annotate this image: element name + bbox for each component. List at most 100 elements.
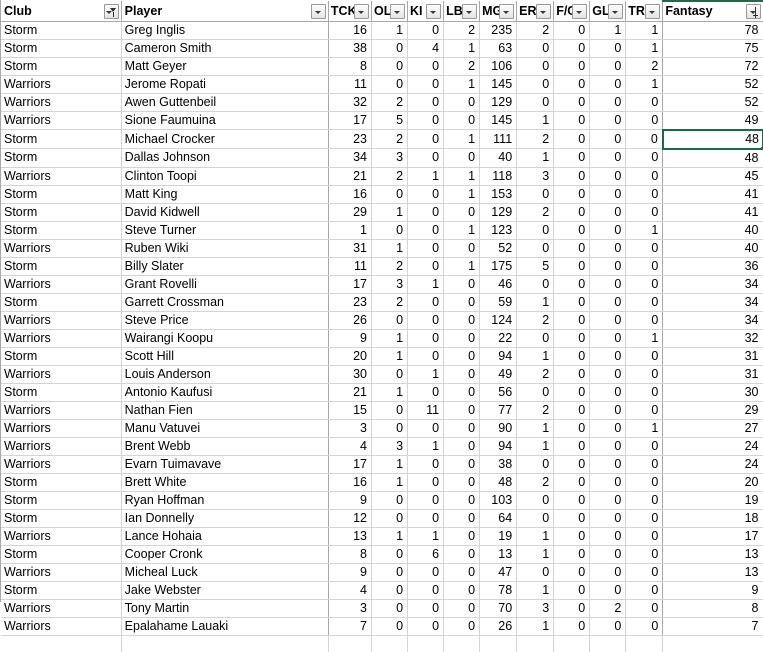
cell-lb[interactable]: 0	[443, 111, 481, 130]
cell-mg[interactable]: 90	[479, 419, 518, 438]
cell-try[interactable]: 0	[625, 129, 664, 149]
cell-fc[interactable]: 0	[553, 75, 591, 94]
cell-lb[interactable]: 0	[443, 473, 481, 492]
cell-player[interactable]: Awen Guttenbeil	[121, 93, 329, 112]
cell-lb[interactable]: 0	[443, 419, 481, 438]
cell-try[interactable]: 0	[625, 275, 664, 294]
cell-lb[interactable]: 0	[443, 509, 481, 528]
cell-ki[interactable]: 0	[407, 148, 445, 168]
cell-try[interactable]: 0	[625, 527, 664, 546]
cell-gl[interactable]: 0	[589, 275, 627, 294]
table-row[interactable]: Warriors Epalahame Lauaki 7 0 0 0 26 1 0 0 0 7	[1, 617, 763, 636]
cell-player[interactable]: Jake Webster	[121, 581, 329, 600]
cell-gl[interactable]: 0	[589, 401, 627, 420]
cell-lb[interactable]: 0	[443, 581, 481, 600]
table-row[interactable]: Warriors Manu Vatuvei 3 0 0 0 90 1 0 0 1 27	[1, 419, 763, 438]
cell-er[interactable]: 1	[516, 437, 555, 456]
cell-gl[interactable]: 0	[589, 581, 627, 600]
cell-mg[interactable]: 106	[479, 57, 518, 76]
cell-lb[interactable]: 0	[443, 401, 481, 420]
cell-try[interactable]: 0	[625, 257, 664, 276]
cell-ki[interactable]: 1	[407, 365, 445, 384]
table-row[interactable]: Warriors Grant Rovelli 17 3 1 0 46 0 0 0 0 34	[1, 275, 763, 294]
table-row[interactable]: Storm Dallas Johnson 34 3 0 0 40 1 0 0 0 48	[1, 148, 763, 168]
cell-ol[interactable]: 0	[371, 509, 409, 528]
table-row[interactable]: Warriors Steve Price 26 0 0 0 124 2 0 0 0 34	[1, 311, 763, 330]
column-header-player[interactable]: Player	[121, 0, 329, 22]
cell-er[interactable]: 0	[516, 509, 555, 528]
cell-ol[interactable]: 1	[371, 347, 409, 366]
cell-try[interactable]: 0	[625, 581, 664, 600]
cell-er[interactable]: 1	[516, 617, 555, 636]
cell-gl[interactable]: 0	[589, 491, 627, 510]
cell-club[interactable]: Storm	[1, 509, 122, 528]
cell-lb[interactable]: 0	[443, 527, 481, 546]
cell-tck[interactable]: 26	[328, 311, 372, 330]
empty-cell-ki[interactable]	[407, 635, 445, 652]
cell-lb[interactable]: 1	[443, 185, 481, 204]
cell-mg[interactable]: 49	[479, 365, 518, 384]
cell-fc[interactable]: 0	[553, 21, 591, 40]
cell-club[interactable]: Storm	[1, 148, 122, 168]
cell-try[interactable]: 1	[625, 221, 664, 240]
cell-lb[interactable]: 0	[443, 545, 481, 564]
cell-club[interactable]: Storm	[1, 491, 122, 510]
cell-ki[interactable]: 1	[407, 527, 445, 546]
cell-gl[interactable]: 0	[589, 167, 627, 186]
cell-mg[interactable]: 26	[479, 617, 518, 636]
table-row[interactable]: Warriors Louis Anderson 30 0 1 0 49 2 0 0 0 31	[1, 365, 763, 384]
cell-player[interactable]: Antonio Kaufusi	[121, 383, 329, 402]
empty-cell-fc[interactable]	[553, 635, 591, 652]
cell-fc[interactable]: 0	[553, 617, 591, 636]
cell-gl[interactable]: 0	[589, 365, 627, 384]
cell-ki[interactable]: 0	[407, 93, 445, 112]
cell-try[interactable]: 0	[625, 93, 664, 112]
cell-tck[interactable]: 12	[328, 509, 372, 528]
cell-player[interactable]: Evarn Tuimavave	[121, 455, 329, 474]
cell-lb[interactable]: 0	[443, 455, 481, 474]
cell-mg[interactable]: 153	[479, 185, 518, 204]
cell-ol[interactable]: 2	[371, 129, 409, 149]
cell-mg[interactable]: 47	[479, 563, 518, 582]
dropdown-icon-tck[interactable]	[353, 3, 369, 19]
cell-tck[interactable]: 20	[328, 347, 372, 366]
cell-gl[interactable]: 0	[589, 563, 627, 582]
cell-player[interactable]: Manu Vatuvei	[121, 419, 329, 438]
cell-lb[interactable]: 0	[443, 563, 481, 582]
cell-ki[interactable]: 0	[407, 491, 445, 510]
cell-fc[interactable]: 0	[553, 491, 591, 510]
dropdown-icon-gl[interactable]	[608, 3, 624, 19]
empty-cell-player[interactable]	[121, 635, 329, 652]
cell-ki[interactable]: 0	[407, 347, 445, 366]
column-header-ki[interactable]: KI	[407, 0, 445, 22]
cell-try[interactable]: 1	[625, 75, 664, 94]
cell-ki[interactable]: 0	[407, 75, 445, 94]
cell-fc[interactable]: 0	[553, 437, 591, 456]
cell-fantasy[interactable]: 45	[662, 167, 763, 186]
cell-er[interactable]: 0	[516, 39, 555, 58]
cell-player[interactable]: Steve Price	[121, 311, 329, 330]
cell-lb[interactable]: 0	[443, 347, 481, 366]
cell-ki[interactable]: 0	[407, 221, 445, 240]
cell-ki[interactable]: 11	[407, 401, 445, 420]
cell-mg[interactable]: 59	[479, 293, 518, 312]
cell-fantasy[interactable]: 27	[662, 419, 763, 438]
cell-fantasy[interactable]: 72	[662, 57, 763, 76]
cell-try[interactable]: 0	[625, 545, 664, 564]
cell-club[interactable]: Warriors	[1, 239, 122, 258]
cell-player[interactable]: Cameron Smith	[121, 39, 329, 58]
cell-ki[interactable]: 0	[407, 21, 445, 40]
cell-tck[interactable]: 15	[328, 401, 372, 420]
cell-ol[interactable]: 0	[371, 491, 409, 510]
cell-ki[interactable]: 0	[407, 383, 445, 402]
cell-er[interactable]: 0	[516, 93, 555, 112]
cell-ol[interactable]: 0	[371, 57, 409, 76]
cell-ki[interactable]: 0	[407, 617, 445, 636]
cell-er[interactable]: 0	[516, 57, 555, 76]
cell-mg[interactable]: 56	[479, 383, 518, 402]
cell-club[interactable]: Storm	[1, 581, 122, 600]
cell-ol[interactable]: 0	[371, 419, 409, 438]
cell-club[interactable]: Warriors	[1, 563, 122, 582]
cell-player[interactable]: Wairangi Koopu	[121, 329, 329, 348]
cell-fantasy[interactable]: 41	[662, 203, 763, 222]
